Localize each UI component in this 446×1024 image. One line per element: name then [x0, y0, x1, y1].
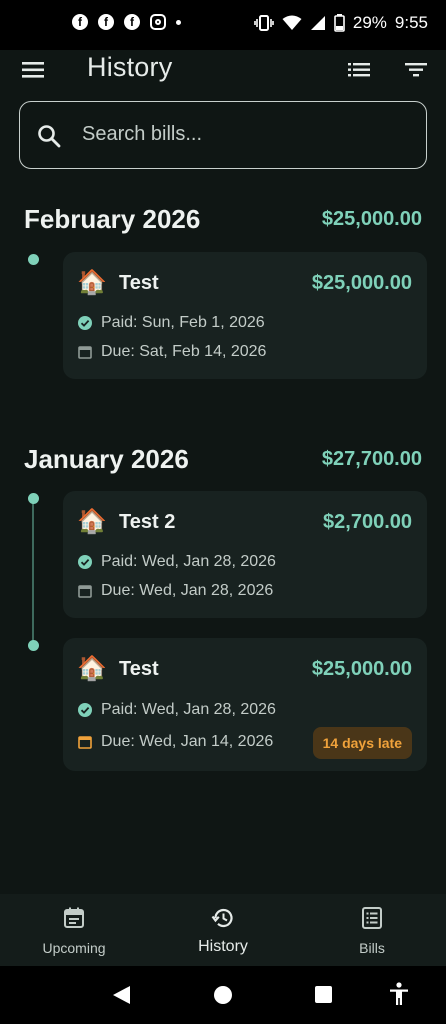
- receipt-icon: [362, 907, 382, 929]
- search-input[interactable]: [82, 102, 402, 167]
- wifi-icon: [282, 15, 302, 30]
- calendar-icon: [78, 346, 92, 359]
- battery-percent: 29%: [352, 13, 387, 32]
- nav-label: History: [198, 938, 248, 955]
- facebook-icon: f: [72, 14, 88, 30]
- timeline-dot: [28, 254, 39, 265]
- history-icon: [211, 908, 233, 928]
- due-row: Due: Wed, Jan 28, 2026: [77, 582, 273, 600]
- calendar-icon: [78, 736, 92, 749]
- bill-card[interactable]: 🏠 Test $25,000.00 Paid: Sun, Feb 1, 2026…: [63, 252, 427, 379]
- bill-name: Test: [119, 658, 159, 680]
- due-row: Due: Sat, Feb 14, 2026: [77, 343, 266, 361]
- check-circle-icon: [78, 316, 92, 330]
- clock: 9:55: [394, 13, 428, 32]
- battery-icon: [334, 14, 345, 32]
- signal-icon: [310, 16, 325, 30]
- house-icon: 🏠: [77, 269, 107, 296]
- month-total: $25,000.00: [321, 208, 422, 230]
- check-circle-icon: [78, 555, 92, 569]
- notification-icons: f f f: [72, 14, 181, 30]
- due-date: Due: Sat, Feb 14, 2026: [101, 343, 267, 360]
- nav-label: Bills: [359, 940, 385, 956]
- facebook-icon: f: [124, 14, 140, 30]
- back-icon[interactable]: [112, 985, 132, 1005]
- home-icon[interactable]: [214, 986, 232, 1004]
- vibrate-icon: [254, 15, 274, 31]
- paid-date: Paid: Wed, Jan 28, 2026: [101, 553, 276, 570]
- accessibility-icon[interactable]: [388, 982, 410, 1006]
- bill-amount: $2,700.00: [323, 511, 412, 533]
- system-navigation-bar: [0, 966, 446, 1024]
- calendar-icon: [78, 585, 92, 598]
- top-app-bar: History: [0, 50, 446, 90]
- bill-name: Test: [119, 272, 159, 294]
- menu-button[interactable]: [20, 58, 48, 82]
- hamburger-menu-icon: [22, 62, 44, 78]
- search-icon: [38, 125, 61, 148]
- house-icon: 🏠: [77, 508, 107, 535]
- view-toggle-button[interactable]: [346, 58, 374, 82]
- status-bar: f f f 29% 9:55: [0, 0, 446, 50]
- search-bar[interactable]: [19, 101, 427, 169]
- more-notifications-dot: [176, 19, 181, 25]
- due-date: Due: Wed, Jan 14, 2026: [101, 733, 274, 750]
- paid-row: Paid: Wed, Jan 28, 2026: [77, 553, 276, 571]
- nav-label: Upcoming: [42, 940, 106, 956]
- facebook-icon: f: [98, 14, 114, 30]
- calendar-icon: [64, 907, 84, 928]
- paid-row: Paid: Sun, Feb 1, 2026: [77, 314, 265, 332]
- system-status: 29% 9:55: [254, 13, 428, 33]
- due-row: Due: Wed, Jan 14, 2026: [77, 733, 273, 751]
- bill-card[interactable]: 🏠 Test 2 $2,700.00 Paid: Wed, Jan 28, 20…: [63, 491, 427, 618]
- timeline-dot: [28, 640, 39, 651]
- filter-icon: [405, 63, 427, 77]
- bill-amount: $25,000.00: [311, 658, 412, 680]
- recent-apps-icon[interactable]: [315, 986, 332, 1003]
- month-heading: January 2026: [24, 444, 189, 474]
- paid-date: Paid: Sun, Feb 1, 2026: [101, 314, 265, 331]
- instagram-icon: [150, 14, 166, 30]
- month-total: $27,700.00: [321, 448, 422, 470]
- house-icon: 🏠: [77, 655, 107, 682]
- nav-history[interactable]: History: [149, 894, 297, 966]
- timeline-line: [32, 498, 34, 644]
- bill-amount: $25,000.00: [311, 272, 412, 294]
- month-heading: February 2026: [24, 204, 201, 234]
- paid-date: Paid: Wed, Jan 28, 2026: [101, 701, 276, 718]
- filter-button[interactable]: [403, 58, 431, 82]
- bill-name: Test 2: [119, 511, 176, 533]
- bottom-navigation: Upcoming History Bills: [0, 894, 446, 966]
- check-circle-icon: [78, 703, 92, 717]
- nav-upcoming[interactable]: Upcoming: [0, 894, 148, 966]
- timeline-dot: [28, 493, 39, 504]
- bill-card[interactable]: 🏠 Test $25,000.00 Paid: Wed, Jan 28, 202…: [63, 638, 427, 771]
- late-badge: 14 days late: [312, 727, 412, 759]
- due-date: Due: Wed, Jan 28, 2026: [101, 582, 274, 599]
- page-title: History: [87, 52, 173, 82]
- paid-row: Paid: Wed, Jan 28, 2026: [77, 701, 276, 719]
- list-view-icon: [348, 63, 370, 77]
- nav-bills[interactable]: Bills: [298, 894, 446, 966]
